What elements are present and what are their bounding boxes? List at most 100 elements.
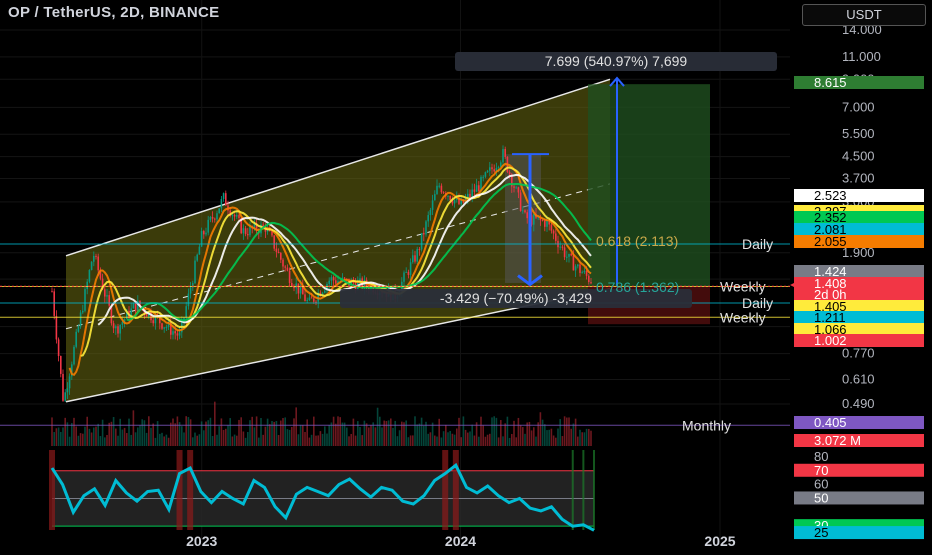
- level-label: Daily: [742, 236, 773, 252]
- volume-bar: [308, 437, 311, 446]
- time-tick-label: 2025: [704, 533, 735, 549]
- candle-body: [207, 219, 209, 233]
- candle-body: [561, 246, 564, 248]
- candle-body: [284, 266, 286, 268]
- volume-bar: [262, 434, 264, 446]
- rsi-oversold-bar: [593, 450, 595, 530]
- volume-bar: [218, 426, 220, 446]
- candle-body: [238, 215, 240, 219]
- volume-bar: [343, 422, 346, 446]
- rsi-oversold-bar: [582, 450, 585, 530]
- volume-bar: [381, 427, 383, 446]
- volume-bar: [412, 435, 414, 446]
- volume-bar: [436, 436, 438, 446]
- volume-bar: [467, 432, 469, 446]
- rsi-overbought-bar: [49, 450, 55, 530]
- candle-body: [93, 255, 95, 262]
- volume-bar: [60, 431, 62, 446]
- volume-bar: [99, 436, 102, 446]
- volume-bar: [288, 429, 291, 446]
- candle-body: [519, 192, 522, 211]
- volume-bar: [409, 435, 412, 446]
- candle-body: [121, 321, 124, 325]
- rsi-axis-badge-text: 25: [814, 525, 828, 540]
- volume-bar: [238, 419, 240, 446]
- level-label: Weekly: [720, 309, 766, 325]
- symbol-title[interactable]: OP / TetherUS, 2D, BINANCE: [8, 4, 219, 21]
- currency-button[interactable]: USDT: [802, 4, 926, 26]
- candle-body: [416, 249, 418, 262]
- volume-bar: [73, 417, 75, 446]
- volume-bar: [330, 422, 333, 446]
- rsi-axis-badge-text: 50: [814, 490, 828, 505]
- volume-bar: [249, 420, 251, 446]
- volume-bar: [484, 436, 487, 446]
- volume-bar: [247, 431, 249, 446]
- candle-body: [524, 210, 526, 213]
- candle-body: [174, 331, 176, 334]
- volume-bar: [390, 418, 392, 446]
- volume-bar: [106, 434, 108, 446]
- volume-bar: [341, 422, 344, 446]
- volume-bar: [154, 437, 157, 446]
- volume-bar: [79, 433, 82, 446]
- volume-bar: [71, 423, 73, 446]
- volume-bar: [368, 427, 370, 446]
- volume-bar: [260, 417, 262, 446]
- volume-bar: [321, 433, 324, 446]
- candle-body: [187, 293, 190, 307]
- volume-bar: [370, 425, 372, 446]
- volume-bar: [387, 420, 390, 446]
- candle-body: [407, 271, 410, 275]
- volume-bar: [372, 422, 374, 446]
- volume-bar: [88, 428, 91, 446]
- candle-body: [216, 213, 218, 220]
- price-tick-label: 5.500: [842, 126, 875, 141]
- candle-body: [568, 253, 570, 257]
- volume-bar: [588, 428, 590, 446]
- candle-body: [165, 327, 168, 329]
- candle-body: [328, 280, 330, 284]
- candle-body: [55, 315, 58, 340]
- candle-body: [559, 246, 561, 248]
- price-axis-badge-text: 1.002: [814, 333, 847, 348]
- volume-bar: [471, 424, 473, 446]
- price-chart[interactable]: DailyWeeklyDailyWeeklyMonthly 8070605030…: [0, 0, 932, 550]
- candle-body: [286, 267, 289, 271]
- candle-body: [297, 283, 300, 294]
- candle-body: [73, 346, 75, 365]
- volume-bar: [515, 437, 517, 446]
- candle-body: [405, 271, 407, 273]
- candle-body: [104, 289, 106, 297]
- candle-body: [79, 312, 82, 327]
- candle-body: [282, 259, 284, 267]
- volume-bar: [216, 434, 218, 446]
- volume-bar: [132, 410, 135, 446]
- volume-bar: [526, 422, 528, 446]
- volume-bar: [332, 416, 335, 446]
- candle-body: [583, 270, 586, 273]
- volume-bar: [396, 436, 399, 446]
- candle-body: [414, 255, 416, 262]
- price-axis-badge-text: 0.405: [814, 415, 847, 430]
- volume-bar: [161, 432, 163, 446]
- volume-bar: [280, 420, 282, 446]
- volume-bar: [128, 418, 130, 446]
- volume-bar: [220, 418, 223, 446]
- candle-body: [440, 185, 443, 193]
- candle-body: [277, 251, 280, 254]
- volume-bar: [339, 417, 341, 446]
- volume-bar: [244, 437, 247, 446]
- candle-body: [304, 294, 306, 302]
- volume-bar: [121, 429, 124, 446]
- candle-body: [590, 282, 592, 284]
- rsi-overbought-bar: [442, 450, 449, 530]
- candle-body: [425, 221, 427, 235]
- candle-body: [515, 187, 517, 189]
- volume-bar: [537, 422, 539, 446]
- volume-bar: [152, 423, 154, 446]
- candle-body: [563, 247, 566, 258]
- candle-body: [526, 212, 528, 219]
- volume-bar: [460, 437, 462, 446]
- volume-bar: [104, 437, 106, 446]
